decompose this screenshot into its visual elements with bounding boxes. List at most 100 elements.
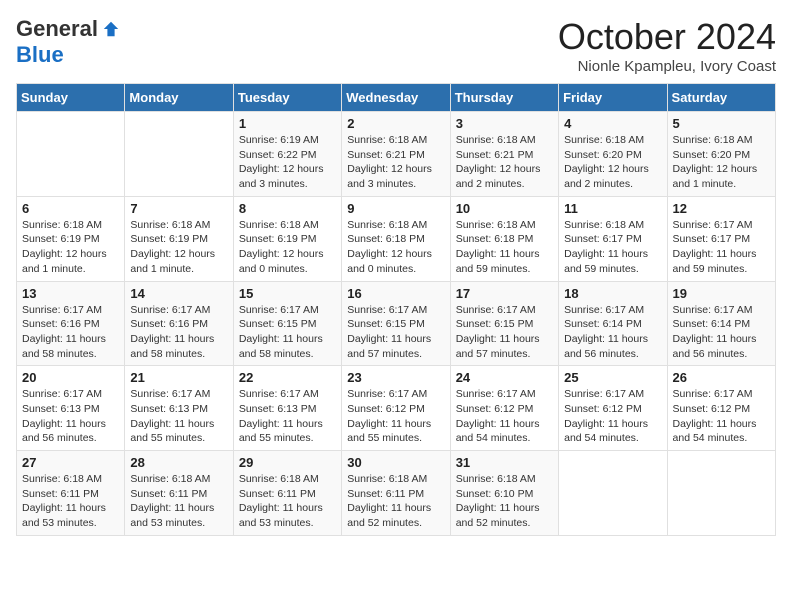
cell-info: Sunrise: 6:17 AM Sunset: 6:13 PM Dayligh… bbox=[22, 387, 119, 446]
cell-info: Sunrise: 6:17 AM Sunset: 6:12 PM Dayligh… bbox=[673, 387, 770, 446]
weekday-header-cell: Monday bbox=[125, 84, 233, 112]
cell-info: Sunrise: 6:17 AM Sunset: 6:13 PM Dayligh… bbox=[130, 387, 227, 446]
cell-info: Sunrise: 6:18 AM Sunset: 6:11 PM Dayligh… bbox=[130, 472, 227, 531]
cell-info: Sunrise: 6:18 AM Sunset: 6:19 PM Dayligh… bbox=[130, 218, 227, 277]
calendar-body: 1Sunrise: 6:19 AM Sunset: 6:22 PM Daylig… bbox=[17, 112, 776, 536]
cell-info: Sunrise: 6:18 AM Sunset: 6:17 PM Dayligh… bbox=[564, 218, 661, 277]
calendar-cell: 10Sunrise: 6:18 AM Sunset: 6:18 PM Dayli… bbox=[450, 196, 558, 281]
day-number: 2 bbox=[347, 116, 444, 131]
cell-info: Sunrise: 6:18 AM Sunset: 6:20 PM Dayligh… bbox=[564, 133, 661, 192]
calendar-cell: 9 Sunrise: 6:18 AM Sunset: 6:18 PM Daylig… bbox=[342, 196, 450, 281]
day-number: 6 bbox=[22, 201, 119, 216]
weekday-header-row: SundayMondayTuesdayWednesdayThursdayFrid… bbox=[17, 84, 776, 112]
calendar-cell: 2 Sunrise: 6:18 AM Sunset: 6:21 PM Daylig… bbox=[342, 112, 450, 197]
day-number: 29 bbox=[239, 455, 336, 470]
day-number: 7 bbox=[130, 201, 227, 216]
calendar-week-row: 20 Sunrise: 6:17 AM Sunset: 6:13 PM Dayli… bbox=[17, 366, 776, 451]
cell-info: Sunrise: 6:17 AM Sunset: 6:15 PM Dayligh… bbox=[456, 303, 553, 362]
calendar-cell: 17 Sunrise: 6:17 AM Sunset: 6:15 PM Dayli… bbox=[450, 281, 558, 366]
calendar-cell: 30 Sunrise: 6:18 AM Sunset: 6:11 PM Dayli… bbox=[342, 451, 450, 536]
day-number: 23 bbox=[347, 370, 444, 385]
weekday-header-cell: Sunday bbox=[17, 84, 125, 112]
calendar-cell: 22Sunrise: 6:17 AM Sunset: 6:13 PM Dayli… bbox=[233, 366, 341, 451]
day-number: 4 bbox=[564, 116, 661, 131]
day-number: 8 bbox=[239, 201, 336, 216]
day-number: 28 bbox=[130, 455, 227, 470]
calendar-cell bbox=[17, 112, 125, 197]
weekday-header-cell: Wednesday bbox=[342, 84, 450, 112]
day-number: 20 bbox=[22, 370, 119, 385]
calendar-cell: 29 Sunrise: 6:18 AM Sunset: 6:11 PM Dayli… bbox=[233, 451, 341, 536]
cell-info: Sunrise: 6:17 AM Sunset: 6:15 PM Dayligh… bbox=[347, 303, 444, 362]
day-number: 15 bbox=[239, 286, 336, 301]
calendar-cell: 14 Sunrise: 6:17 AM Sunset: 6:16 PM Dayli… bbox=[125, 281, 233, 366]
calendar-cell: 27 Sunrise: 6:18 AM Sunset: 6:11 PM Dayli… bbox=[17, 451, 125, 536]
cell-info: Sunrise: 6:17 AM Sunset: 6:14 PM Dayligh… bbox=[564, 303, 661, 362]
calendar-cell: 4 Sunrise: 6:18 AM Sunset: 6:20 PM Daylig… bbox=[559, 112, 667, 197]
cell-info: Sunrise: 6:18 AM Sunset: 6:10 PM Dayligh… bbox=[456, 472, 553, 531]
calendar-cell: 6 Sunrise: 6:18 AM Sunset: 6:19 PM Daylig… bbox=[17, 196, 125, 281]
calendar-cell: 5 Sunrise: 6:18 AM Sunset: 6:20 PM Daylig… bbox=[667, 112, 775, 197]
day-number: 30 bbox=[347, 455, 444, 470]
logo-icon bbox=[102, 20, 120, 38]
calendar-cell: 15Sunrise: 6:17 AM Sunset: 6:15 PM Dayli… bbox=[233, 281, 341, 366]
weekday-header-cell: Tuesday bbox=[233, 84, 341, 112]
calendar-cell: 18Sunrise: 6:17 AM Sunset: 6:14 PM Dayli… bbox=[559, 281, 667, 366]
weekday-header-cell: Thursday bbox=[450, 84, 558, 112]
header: General Blue October 2024 Nionle Kpample… bbox=[16, 16, 776, 75]
location-title: Nionle Kpampleu, Ivory Coast bbox=[558, 58, 776, 75]
day-number: 1 bbox=[239, 116, 336, 131]
day-number: 11 bbox=[564, 201, 661, 216]
month-title: October 2024 bbox=[558, 16, 776, 58]
calendar-cell: 23 Sunrise: 6:17 AM Sunset: 6:12 PM Dayli… bbox=[342, 366, 450, 451]
weekday-header-cell: Friday bbox=[559, 84, 667, 112]
calendar-cell bbox=[125, 112, 233, 197]
day-number: 19 bbox=[673, 286, 770, 301]
cell-info: Sunrise: 6:18 AM Sunset: 6:18 PM Dayligh… bbox=[347, 218, 444, 277]
day-number: 12 bbox=[673, 201, 770, 216]
day-number: 9 bbox=[347, 201, 444, 216]
cell-info: Sunrise: 6:18 AM Sunset: 6:11 PM Dayligh… bbox=[347, 472, 444, 531]
calendar-cell: 31 Sunrise: 6:18 AM Sunset: 6:10 PM Dayli… bbox=[450, 451, 558, 536]
day-number: 17 bbox=[456, 286, 553, 301]
calendar-cell: 1Sunrise: 6:19 AM Sunset: 6:22 PM Daylig… bbox=[233, 112, 341, 197]
day-number: 5 bbox=[673, 116, 770, 131]
cell-info: Sunrise: 6:18 AM Sunset: 6:21 PM Dayligh… bbox=[347, 133, 444, 192]
calendar-cell: 25Sunrise: 6:17 AM Sunset: 6:12 PM Dayli… bbox=[559, 366, 667, 451]
day-number: 31 bbox=[456, 455, 553, 470]
calendar-cell bbox=[559, 451, 667, 536]
cell-info: Sunrise: 6:17 AM Sunset: 6:12 PM Dayligh… bbox=[564, 387, 661, 446]
day-number: 10 bbox=[456, 201, 553, 216]
cell-info: Sunrise: 6:18 AM Sunset: 6:19 PM Dayligh… bbox=[239, 218, 336, 277]
cell-info: Sunrise: 6:17 AM Sunset: 6:16 PM Dayligh… bbox=[130, 303, 227, 362]
calendar-cell: 11 Sunrise: 6:18 AM Sunset: 6:17 PM Dayli… bbox=[559, 196, 667, 281]
cell-info: Sunrise: 6:18 AM Sunset: 6:20 PM Dayligh… bbox=[673, 133, 770, 192]
weekday-header-cell: Saturday bbox=[667, 84, 775, 112]
cell-info: Sunrise: 6:17 AM Sunset: 6:13 PM Dayligh… bbox=[239, 387, 336, 446]
cell-info: Sunrise: 6:18 AM Sunset: 6:11 PM Dayligh… bbox=[22, 472, 119, 531]
day-number: 24 bbox=[456, 370, 553, 385]
day-number: 26 bbox=[673, 370, 770, 385]
cell-info: Sunrise: 6:17 AM Sunset: 6:12 PM Dayligh… bbox=[347, 387, 444, 446]
calendar-cell: 26 Sunrise: 6:17 AM Sunset: 6:12 PM Dayli… bbox=[667, 366, 775, 451]
calendar-cell: 21 Sunrise: 6:17 AM Sunset: 6:13 PM Dayli… bbox=[125, 366, 233, 451]
calendar-week-row: 1Sunrise: 6:19 AM Sunset: 6:22 PM Daylig… bbox=[17, 112, 776, 197]
calendar-cell bbox=[667, 451, 775, 536]
day-number: 21 bbox=[130, 370, 227, 385]
day-number: 27 bbox=[22, 455, 119, 470]
logo-blue-text: Blue bbox=[16, 42, 64, 68]
day-number: 16 bbox=[347, 286, 444, 301]
cell-info: Sunrise: 6:17 AM Sunset: 6:12 PM Dayligh… bbox=[456, 387, 553, 446]
calendar-cell: 3Sunrise: 6:18 AM Sunset: 6:21 PM Daylig… bbox=[450, 112, 558, 197]
calendar-week-row: 27 Sunrise: 6:18 AM Sunset: 6:11 PM Dayli… bbox=[17, 451, 776, 536]
cell-info: Sunrise: 6:18 AM Sunset: 6:11 PM Dayligh… bbox=[239, 472, 336, 531]
calendar-cell: 7 Sunrise: 6:18 AM Sunset: 6:19 PM Daylig… bbox=[125, 196, 233, 281]
calendar-cell: 16 Sunrise: 6:17 AM Sunset: 6:15 PM Dayli… bbox=[342, 281, 450, 366]
calendar-cell: 13Sunrise: 6:17 AM Sunset: 6:16 PM Dayli… bbox=[17, 281, 125, 366]
cell-info: Sunrise: 6:18 AM Sunset: 6:19 PM Dayligh… bbox=[22, 218, 119, 277]
calendar-table: SundayMondayTuesdayWednesdayThursdayFrid… bbox=[16, 83, 776, 536]
cell-info: Sunrise: 6:17 AM Sunset: 6:14 PM Dayligh… bbox=[673, 303, 770, 362]
cell-info: Sunrise: 6:17 AM Sunset: 6:16 PM Dayligh… bbox=[22, 303, 119, 362]
calendar-week-row: 6 Sunrise: 6:18 AM Sunset: 6:19 PM Daylig… bbox=[17, 196, 776, 281]
day-number: 14 bbox=[130, 286, 227, 301]
